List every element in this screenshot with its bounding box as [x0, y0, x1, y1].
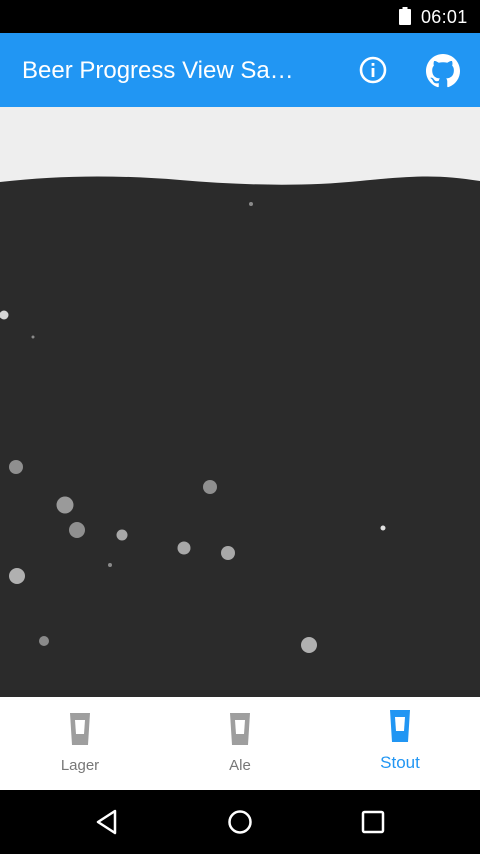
- beer-glass-icon: [70, 713, 90, 745]
- app-bar: Beer Progress View Sa…: [0, 33, 480, 107]
- beer-liquid: [0, 176, 480, 697]
- bubble: [116, 529, 128, 541]
- tab-label: Lager: [60, 757, 100, 774]
- info-icon[interactable]: [357, 54, 389, 86]
- tab-label: Stout: [380, 753, 420, 772]
- status-bar: 06:01: [0, 0, 480, 33]
- bubble: [221, 546, 235, 560]
- beer-wave-surface: [0, 176, 480, 697]
- github-icon[interactable]: [426, 54, 460, 88]
- bubble: [203, 480, 217, 494]
- bubble: [9, 568, 25, 584]
- status-clock: 06:01: [421, 7, 468, 27]
- tab-label: Ale: [229, 757, 251, 774]
- bottom-navigation: Lager Ale Stout: [0, 697, 480, 790]
- bubble: [56, 496, 74, 514]
- beer-glass-icon: [390, 710, 410, 742]
- beer-glass-icon: [230, 713, 250, 745]
- tab-ale[interactable]: Ale: [160, 697, 320, 790]
- back-icon[interactable]: [93, 808, 121, 836]
- tab-lager[interactable]: Lager: [0, 697, 160, 790]
- bubble: [380, 525, 386, 531]
- bubble: [301, 637, 317, 653]
- bubble: [31, 335, 35, 339]
- system-navigation-bar: [0, 790, 480, 854]
- recents-icon[interactable]: [359, 808, 387, 836]
- bubble: [9, 460, 23, 474]
- bubble: [177, 541, 191, 555]
- home-icon[interactable]: [226, 808, 254, 836]
- bubble: [69, 522, 85, 538]
- bubble: [249, 202, 253, 206]
- bubble: [108, 563, 112, 567]
- battery-icon: [399, 7, 411, 25]
- bubble: [39, 636, 49, 646]
- beer-progress-view: [0, 107, 480, 697]
- app-title: Beer Progress View Sa…: [22, 57, 294, 84]
- tab-stout[interactable]: Stout: [320, 697, 480, 790]
